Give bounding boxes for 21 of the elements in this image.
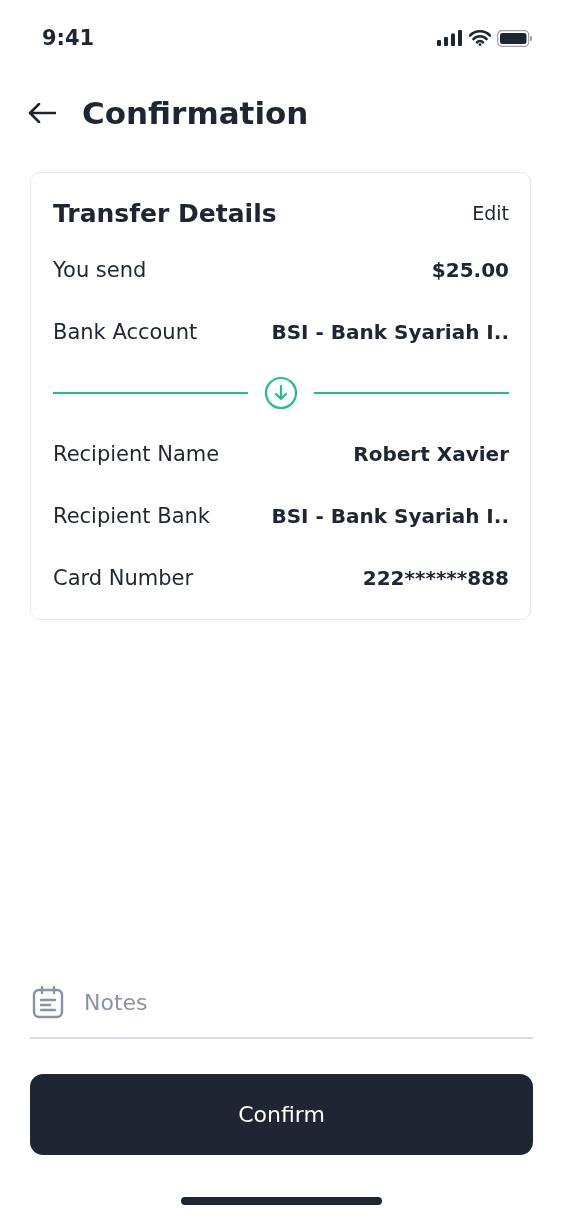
- detail-label: You send: [53, 258, 147, 282]
- detail-label: Recipient Bank: [53, 504, 210, 528]
- notepad-icon: [32, 985, 64, 1019]
- status-time: 9:41: [42, 26, 95, 50]
- detail-value: BSI - Bank Syariah I..: [271, 320, 509, 344]
- detail-value: BSI - Bank Syariah I..: [271, 504, 509, 528]
- back-button[interactable]: [28, 103, 56, 123]
- detail-value: Robert Xavier: [353, 442, 509, 466]
- detail-label: Card Number: [53, 566, 194, 590]
- detail-label: Bank Account: [53, 320, 198, 344]
- edit-link[interactable]: Edit: [472, 202, 509, 224]
- detail-label: Recipient Name: [53, 442, 220, 466]
- wifi-icon: [469, 30, 491, 46]
- battery-icon: [497, 29, 533, 47]
- page-title: Confirmation: [82, 95, 309, 131]
- arrow-down-icon: [264, 376, 298, 410]
- detail-value: 222******888: [362, 566, 509, 590]
- detail-value: $25.00: [431, 258, 509, 282]
- card-title: Transfer Details: [53, 198, 277, 228]
- confirm-button[interactable]: Confirm: [30, 1074, 533, 1155]
- signal-icon: [437, 30, 463, 46]
